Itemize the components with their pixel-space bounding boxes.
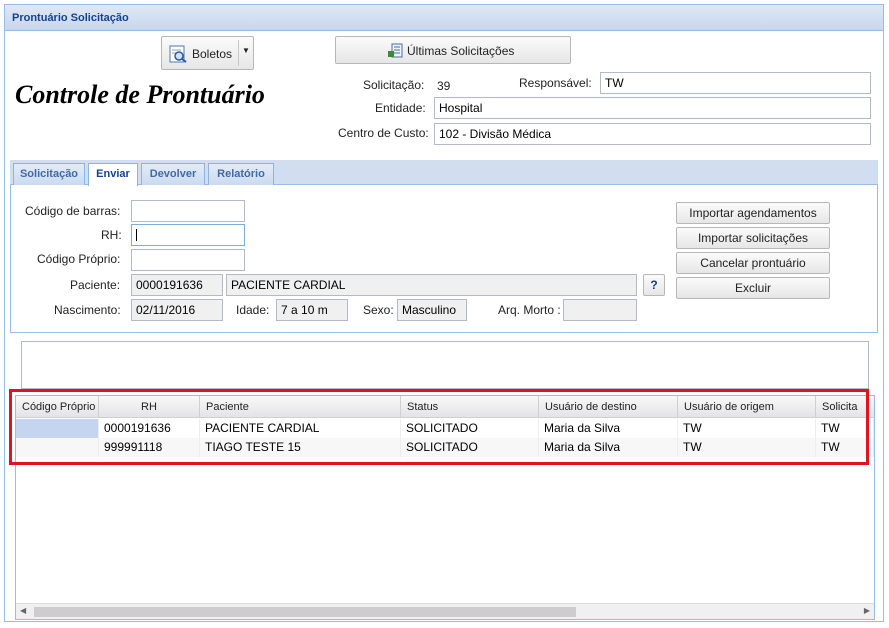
tab-relatorio[interactable]: Relatório [208,163,274,185]
codigo-proprio-label: Código Próprio: [37,252,121,266]
boletos-divider [238,40,239,66]
tab-solicitacao[interactable]: Solicitação [13,163,85,185]
window-titlebar: Prontuário Solicitação [5,5,883,31]
page-title: Controle de Prontuário [15,80,265,109]
cancelar-prontuario-button[interactable]: Cancelar prontuário [676,252,830,274]
paciente-label: Paciente: [70,278,121,292]
excluir-button[interactable]: Excluir [676,277,830,299]
tab-strip: Solicitação Enviar Devolver Relatório [10,160,878,186]
centro-custo-field[interactable]: 102 - Divisão Médica [434,123,871,145]
highlight-box [9,389,869,465]
horizontal-scrollbar[interactable]: ◀ ▶ [16,603,874,619]
rh-field[interactable] [131,224,245,246]
idade-label: Idade: [236,303,270,317]
arq-morto-label: Arq. Morto : [498,303,561,317]
rh-label: RH: [101,228,122,242]
sexo-field: Masculino [397,299,467,321]
arq-morto-field [563,299,637,321]
responsavel-field[interactable]: TW [600,72,871,94]
main-window: Prontuário Solicitação Boletos ▼ Últimas… [4,4,884,622]
codigo-barras-label: Código de barras: [25,204,121,218]
chevron-down-icon[interactable]: ▼ [242,46,250,55]
scrollbar-thumb[interactable] [34,607,576,617]
entidade-label: Entidade: [375,101,426,115]
centro-custo-label: Centro de Custo: [338,126,429,140]
codigo-barras-field[interactable] [131,200,245,222]
boletos-button[interactable]: Boletos ▼ [161,36,254,70]
tab-devolver[interactable]: Devolver [141,163,205,185]
paciente-id-field: 0000191636 [131,274,223,296]
ultimas-solicitacoes-button[interactable]: Últimas Solicitações [335,36,571,64]
text-cursor [136,229,137,241]
help-icon: ? [650,278,658,292]
list-icon [388,43,404,59]
entidade-field[interactable]: Hospital [434,97,871,119]
nascimento-field: 02/11/2016 [131,299,223,321]
codigo-proprio-field[interactable] [131,249,245,271]
tab-enviar[interactable]: Enviar [88,163,138,186]
window-title: Prontuário Solicitação [12,12,129,24]
nascimento-label: Nascimento: [54,303,121,317]
ultimas-solicitacoes-label: Últimas Solicitações [407,44,515,58]
idade-field: 7 a 10 m [276,299,348,321]
scroll-right-icon[interactable]: ▶ [864,606,870,615]
importar-agendamentos-button[interactable]: Importar agendamentos [676,202,830,224]
solicitacao-label: Solicitação: [363,78,425,92]
document-search-icon [169,45,187,63]
notes-area[interactable] [21,341,869,389]
boletos-label: Boletos [192,47,233,61]
solicitacao-value: 39 [437,79,451,93]
responsavel-label: Responsável: [519,76,592,90]
importar-solicitacoes-button[interactable]: Importar solicitações [676,227,830,249]
help-button[interactable]: ? [643,274,665,296]
sexo-label: Sexo: [363,303,394,317]
scroll-left-icon[interactable]: ◀ [20,606,26,615]
paciente-nome-field: PACIENTE CARDIAL [226,274,637,296]
